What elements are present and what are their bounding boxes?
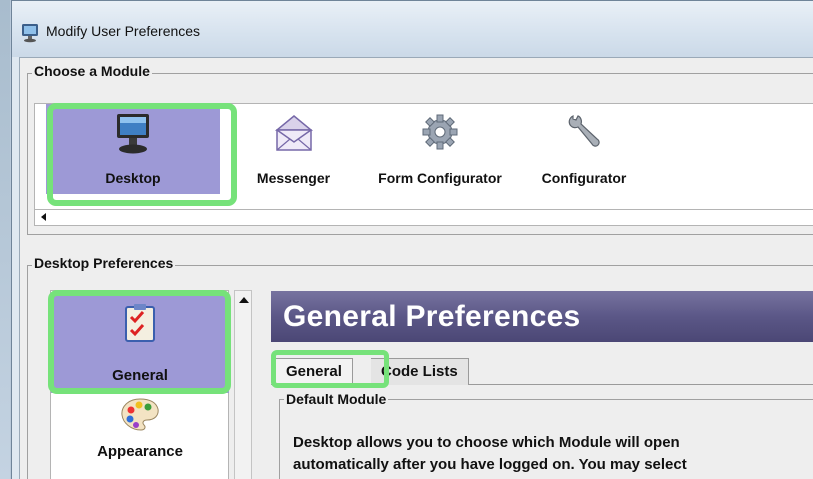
title-bar[interactable]: Modify User Preferences [12,1,813,57]
window-content: Choose a Module Desktop Messenger Form C… [19,57,813,479]
nav-item-label: Appearance [97,443,183,460]
description-line: Desktop allows you to choose which Modul… [293,434,680,451]
module-label: Form Configurator [378,170,502,186]
wrench-icon [568,115,600,147]
desktop-background [0,0,10,479]
module-button-form-configurator[interactable]: Form Configurator [360,104,520,194]
module-button-messenger[interactable]: Messenger [231,104,356,194]
gear-icon [422,114,458,150]
highlight-general-nav [48,290,231,394]
highlight-desktop-module [47,103,237,206]
module-group-legend: Choose a Module [32,63,152,79]
banner-title: General Preferences [283,300,581,333]
scroll-left-arrow-icon[interactable] [41,213,46,221]
highlight-general-tab [271,350,389,388]
module-label: Configurator [541,170,627,186]
general-preferences-banner: General Preferences [271,291,813,342]
window-title: Modify User Preferences [46,23,201,39]
scroll-up-arrow-icon[interactable] [239,297,249,303]
nav-vertical-scrollbar[interactable] [234,290,252,479]
envelope-icon [274,115,313,151]
module-horizontal-scrollbar[interactable] [34,210,813,226]
palette-icon [121,398,159,431]
default-module-description: Desktop allows you to choose which Modul… [293,432,813,476]
module-button-configurator[interactable]: Configurator [523,104,645,194]
desktop-prefs-legend: Desktop Preferences [32,255,176,271]
nav-item-appearance[interactable]: Appearance [51,395,229,479]
module-label: Messenger [256,170,331,186]
default-module-legend: Default Module [284,391,389,407]
description-line: automatically after you have logged on. … [293,456,687,473]
preferences-window: Modify User Preferences Choose a Module … [11,0,813,479]
app-monitor-icon [22,24,38,43]
